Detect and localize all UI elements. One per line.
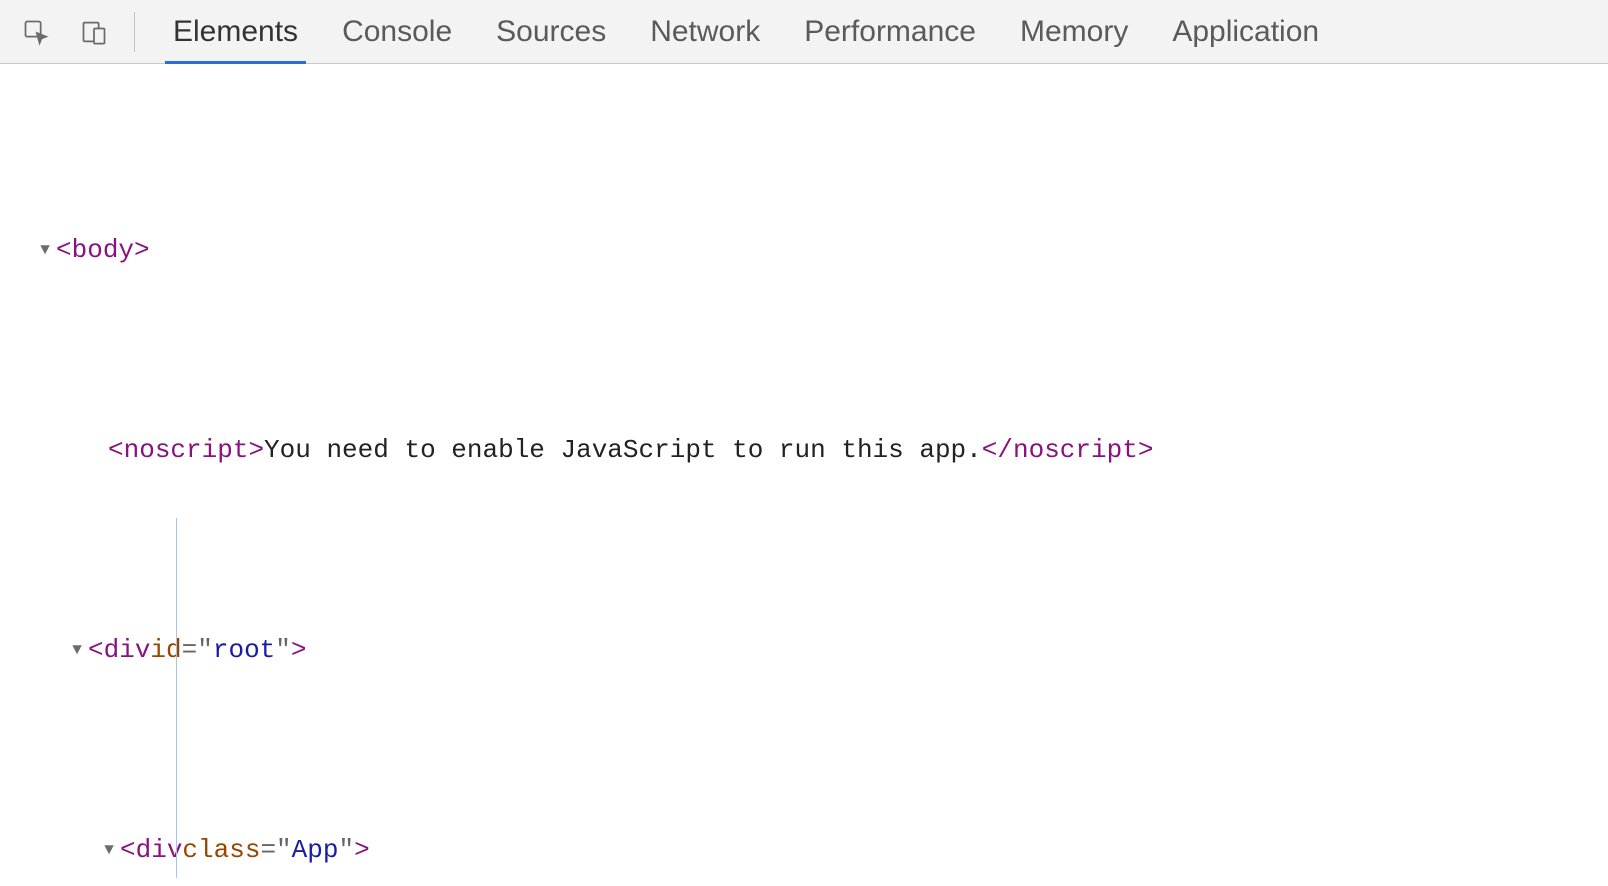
devtools-toolbar: Elements Console Sources Network Perform…: [0, 0, 1608, 64]
attr-value: root: [213, 630, 275, 670]
inspect-icon[interactable]: [14, 10, 58, 54]
tab-console[interactable]: Console: [342, 0, 452, 63]
tab-application[interactable]: Application: [1172, 0, 1319, 63]
tab-memory[interactable]: Memory: [1020, 0, 1128, 63]
tab-label: Application: [1172, 15, 1319, 49]
device-toggle-icon[interactable]: [72, 10, 116, 54]
expand-toggle-icon[interactable]: ▼: [100, 830, 118, 870]
tag-name: noscript: [124, 430, 249, 470]
dom-node-div-app[interactable]: ▼ <div class="App">: [0, 830, 1608, 870]
noscript-text: You need to enable JavaScript to run thi…: [264, 430, 982, 470]
attr-name: class: [182, 830, 260, 870]
expand-toggle-icon[interactable]: ▼: [36, 230, 54, 270]
tag-name: noscript: [1013, 430, 1138, 470]
tab-label: Performance: [804, 15, 976, 49]
tree-guide-line: [176, 518, 177, 878]
elements-dom-tree[interactable]: ▼ <body> ▶ <noscript>You need to enable …: [0, 64, 1608, 886]
attr-value: App: [292, 830, 339, 870]
tab-label: Elements: [173, 15, 298, 49]
devtools-tabs: Elements Console Sources Network Perform…: [153, 0, 1319, 63]
dom-node-div-root[interactable]: ▼ <div id="root">: [0, 630, 1608, 670]
tag-name: div: [104, 630, 151, 670]
tab-label: Console: [342, 15, 452, 49]
tab-label: Sources: [496, 15, 606, 49]
toolbar-divider: [134, 12, 135, 52]
dom-node-noscript[interactable]: ▶ <noscript>You need to enable JavaScrip…: [0, 430, 1608, 470]
tab-sources[interactable]: Sources: [496, 0, 606, 63]
tab-label: Network: [650, 15, 760, 49]
tag-name: body: [72, 230, 134, 270]
expand-toggle-icon[interactable]: ▼: [68, 630, 86, 670]
tab-label: Memory: [1020, 15, 1128, 49]
tab-elements[interactable]: Elements: [173, 0, 298, 63]
dom-node-body[interactable]: ▼ <body>: [0, 230, 1608, 270]
tab-performance[interactable]: Performance: [804, 0, 976, 63]
tab-network[interactable]: Network: [650, 0, 760, 63]
